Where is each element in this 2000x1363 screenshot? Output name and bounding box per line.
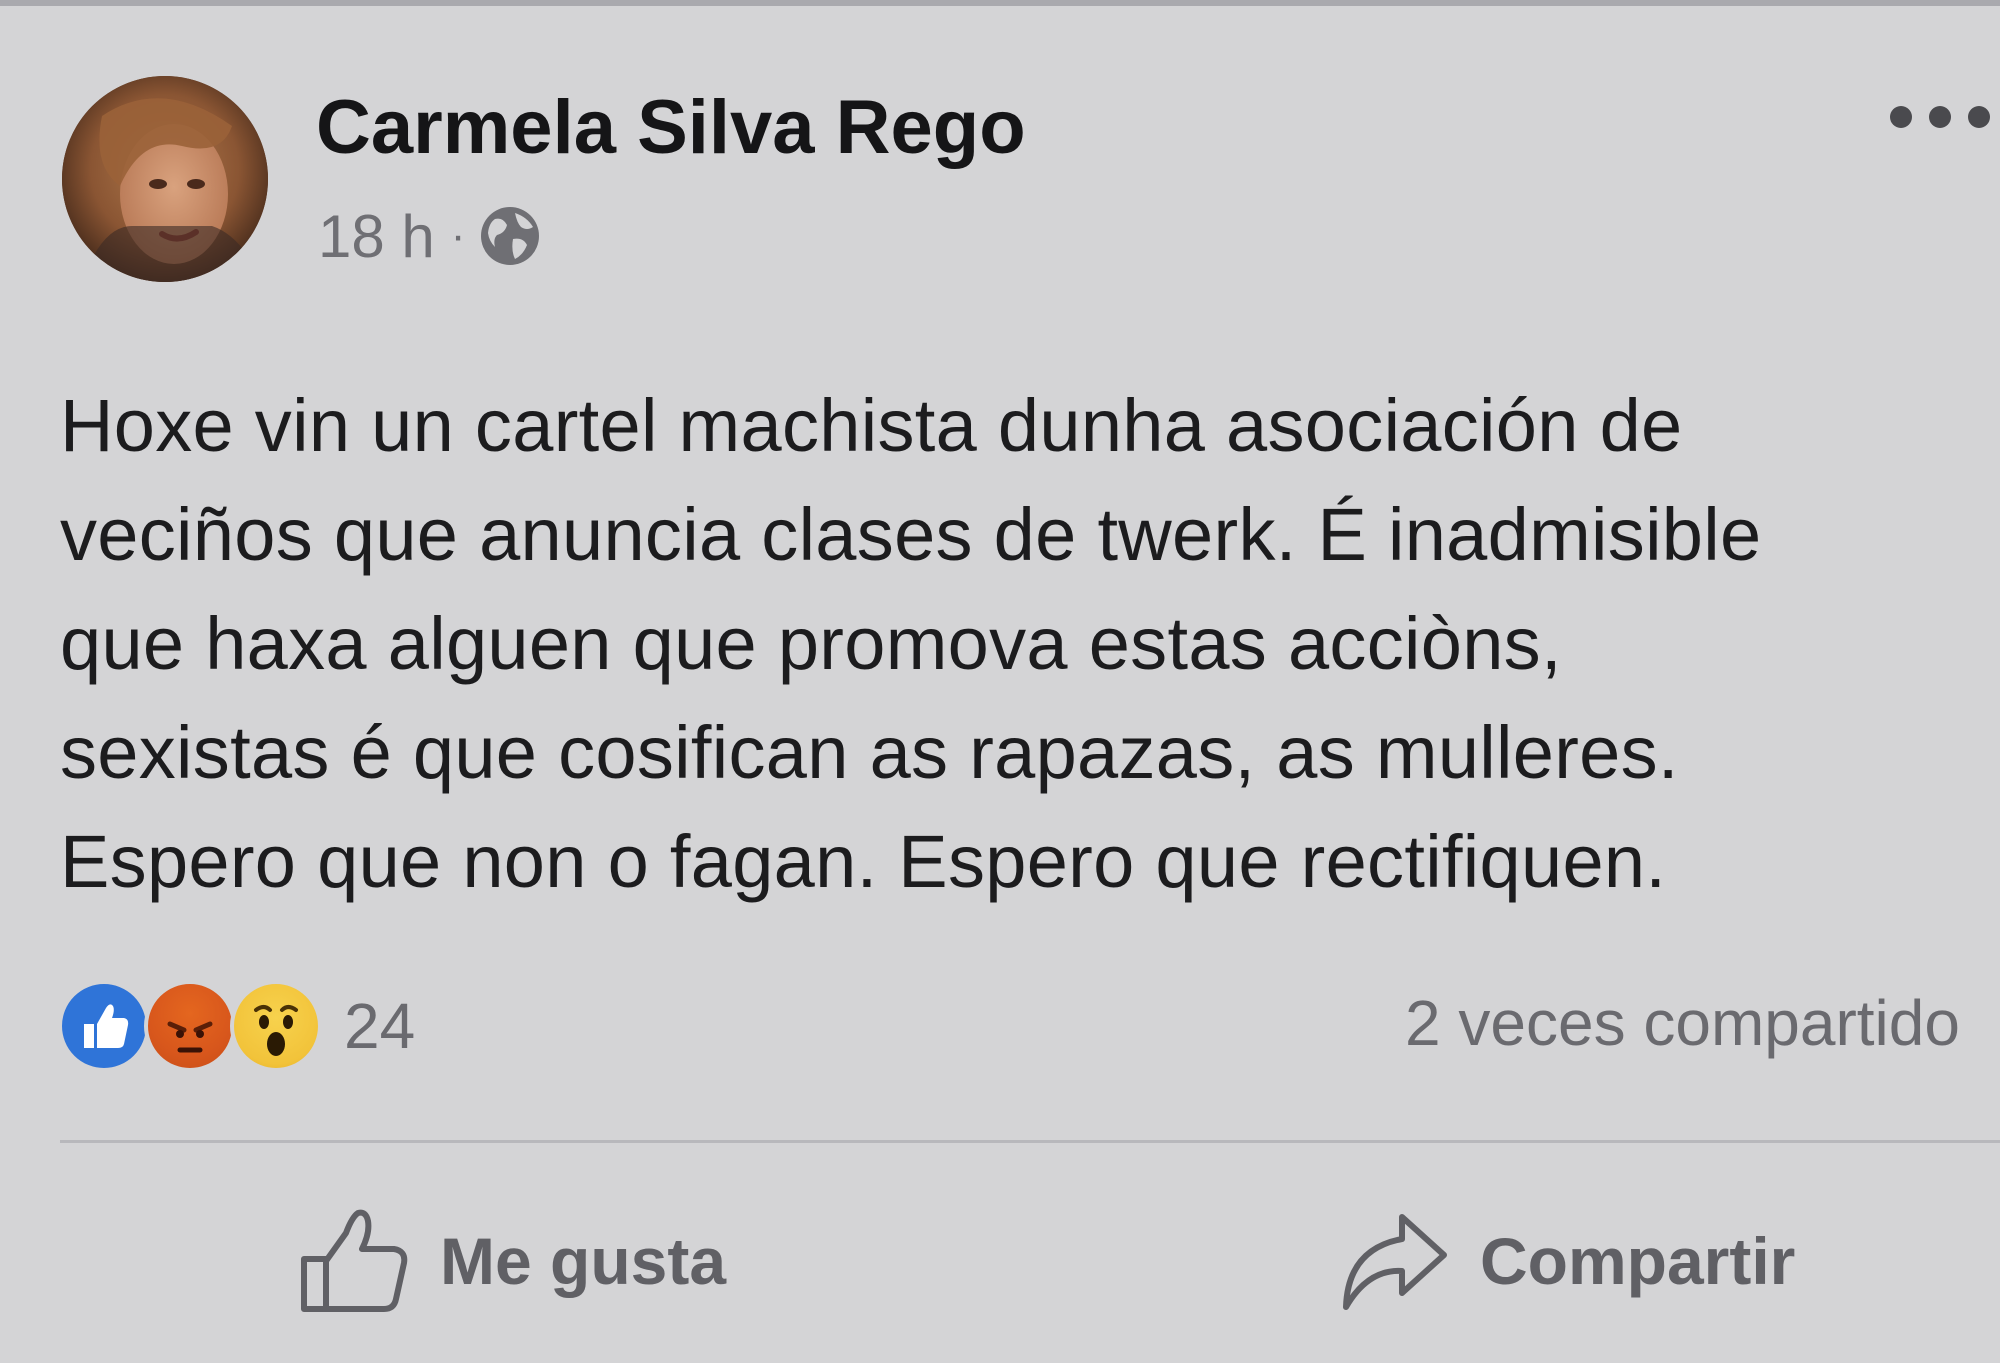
post-text-line: Hoxe vin un cartel machista dunha asocia… xyxy=(60,384,1683,467)
avatar[interactable] xyxy=(62,76,268,282)
more-dot xyxy=(1929,106,1951,128)
more-dot xyxy=(1968,106,1990,128)
share-button[interactable]: Compartir xyxy=(1336,1201,1795,1321)
reaction-count: 24 xyxy=(344,990,416,1062)
post-text-line: veciños que anuncia clases de twerk. É i… xyxy=(60,493,1762,576)
post-text: Hoxe vin un cartel machista dunha asocia… xyxy=(60,371,2000,916)
globe-icon[interactable] xyxy=(479,205,541,267)
post-meta: 18 h · xyxy=(318,196,541,276)
post-card: Carmela Silva Rego 18 h · Hoxe vin un ca… xyxy=(0,6,2000,1363)
post-time[interactable]: 18 h xyxy=(318,202,435,271)
thumbs-up-icon xyxy=(296,1203,412,1319)
share-arrow-icon xyxy=(1336,1203,1452,1319)
reactions-summary[interactable]: 24 xyxy=(58,976,415,1076)
more-dot xyxy=(1890,106,1912,128)
like-reaction-icon xyxy=(58,980,150,1072)
like-button-label: Me gusta xyxy=(440,1224,727,1298)
meta-separator: · xyxy=(450,211,466,260)
share-count[interactable]: 2 veces compartido xyxy=(1405,986,1960,1060)
divider xyxy=(60,1140,2000,1143)
share-button-label: Compartir xyxy=(1480,1224,1796,1298)
post-text-line: sexistas é que cosifican as rapazas, as … xyxy=(60,711,1679,794)
post-text-line: que haxa alguen que promova estas acciòn… xyxy=(60,602,1562,685)
more-options-icon[interactable] xyxy=(1890,102,1990,132)
wow-reaction-icon xyxy=(230,980,322,1072)
angry-reaction-icon xyxy=(144,980,236,1072)
like-button[interactable]: Me gusta xyxy=(296,1201,726,1321)
author-name[interactable]: Carmela Silva Rego xyxy=(316,84,1026,171)
post-text-line: Espero que non o fagan. Espero que recti… xyxy=(60,820,1667,903)
